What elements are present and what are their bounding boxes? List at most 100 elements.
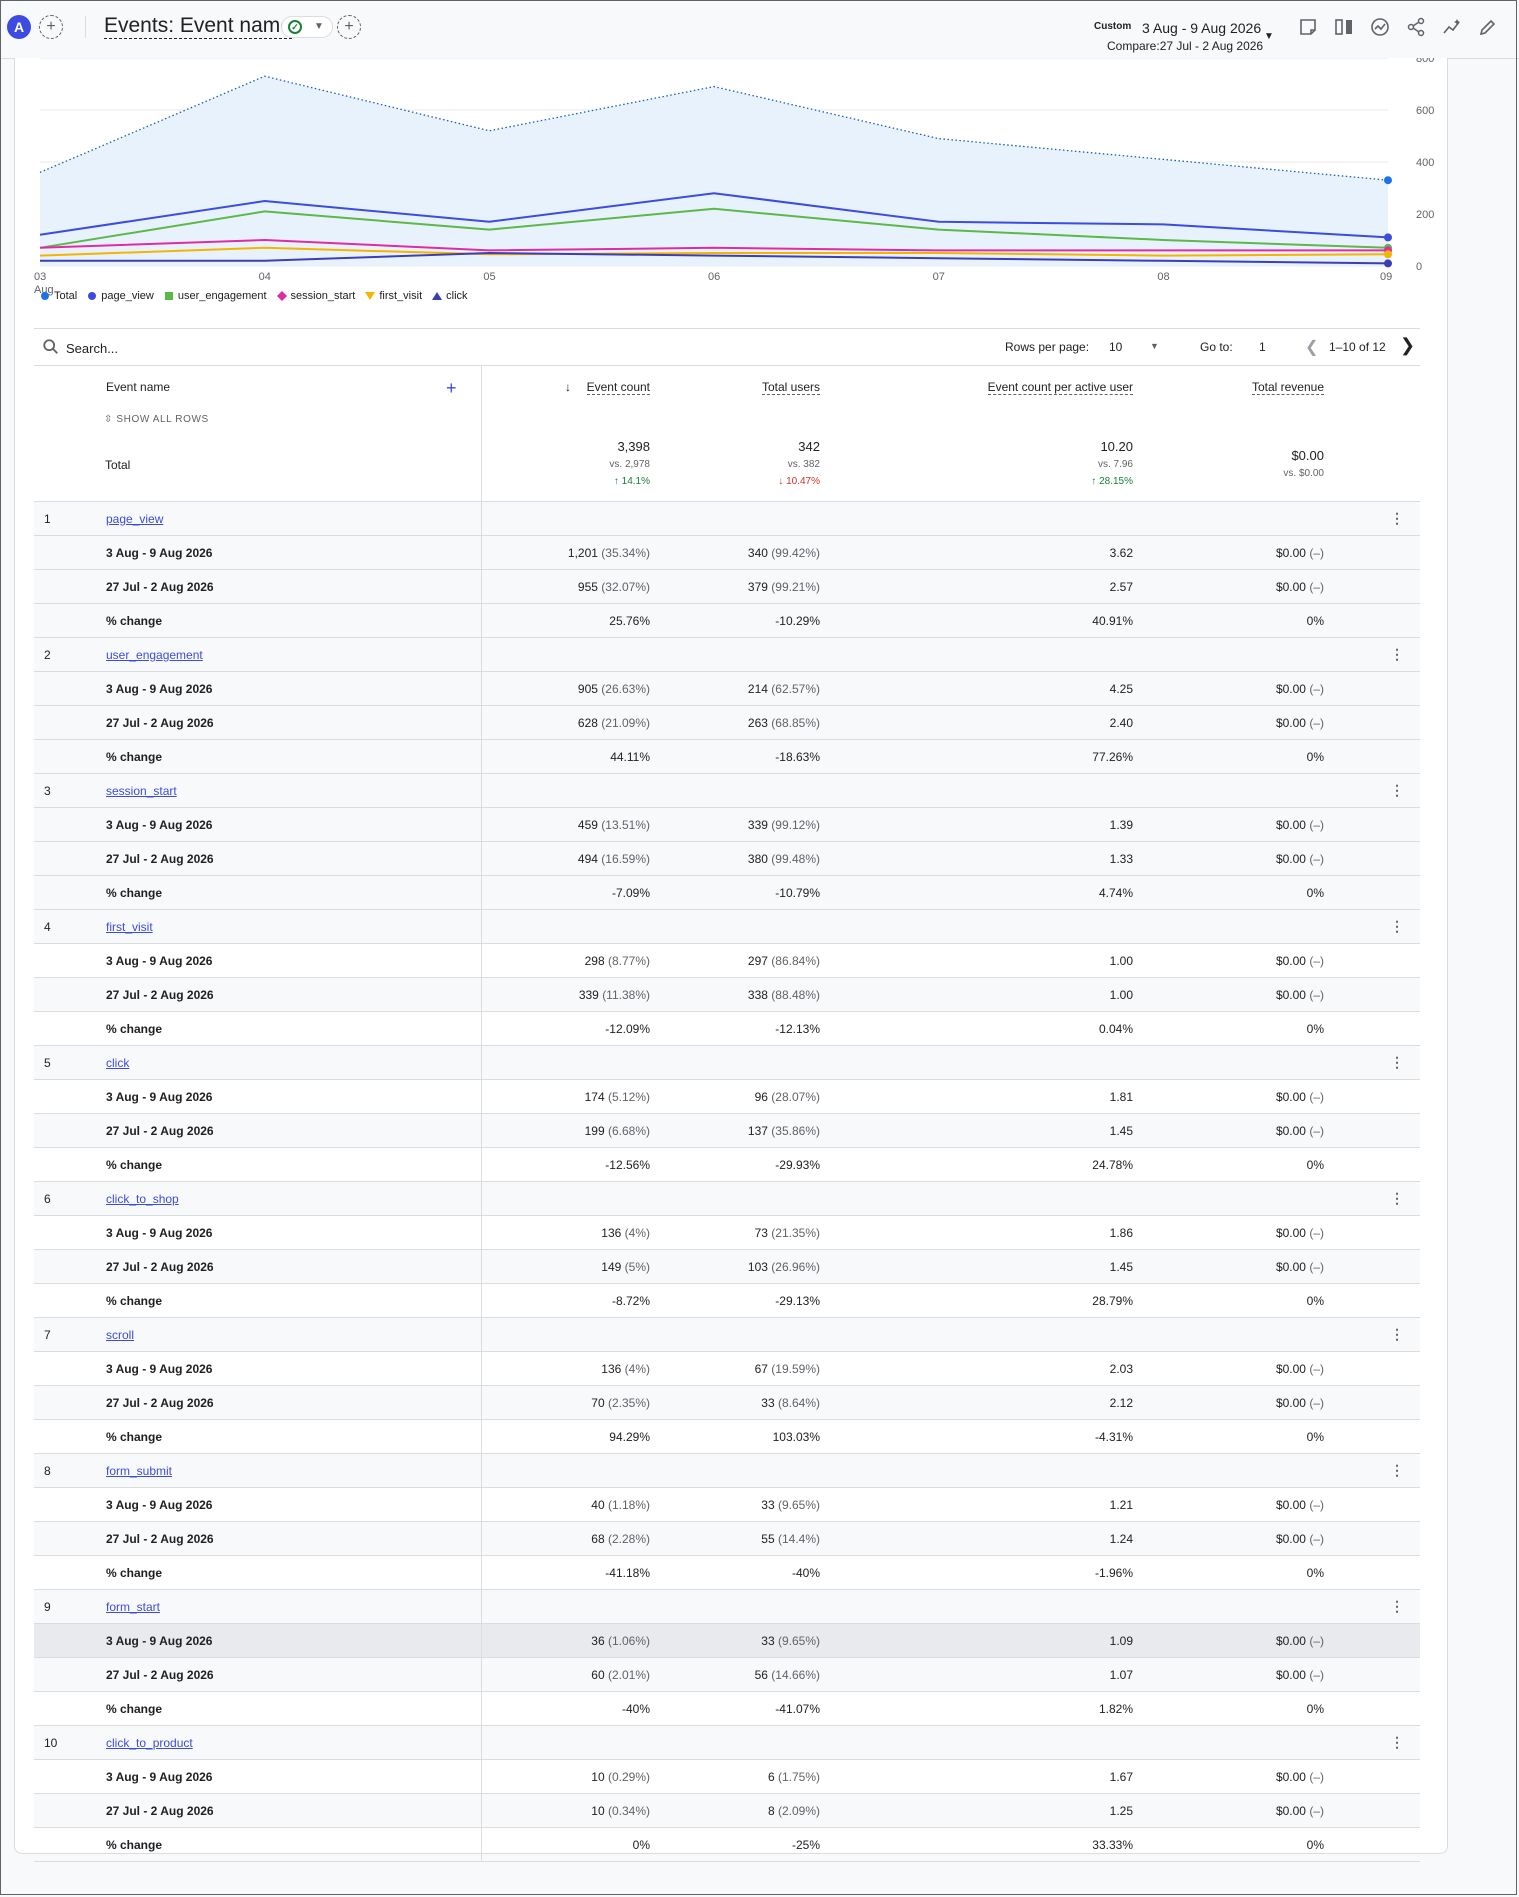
period-label: 27 Jul - 2 Aug 2026 [106, 1124, 214, 1138]
more-vert-icon[interactable]: ⋮ [1390, 1326, 1404, 1343]
event-name-link[interactable]: page_view [106, 512, 163, 526]
revenue-value: $0.00 [1275, 1124, 1306, 1138]
more-vert-icon[interactable]: ⋮ [1390, 1190, 1404, 1207]
column-divider [481, 604, 482, 637]
annotation-button[interactable] [1296, 15, 1320, 39]
event-name-link[interactable]: click [106, 1056, 129, 1070]
more-vert-icon[interactable]: ⋮ [1390, 1734, 1404, 1751]
total-users-value: 96 [754, 1090, 768, 1104]
event-name-link[interactable]: form_start [106, 1600, 160, 1614]
next-page-icon[interactable]: ❯ [1400, 335, 1415, 356]
revenue-cell: $0.00 (–) [1276, 988, 1324, 1002]
event-name-link[interactable]: click_to_shop [106, 1192, 179, 1206]
more-vert-icon[interactable]: ⋮ [1390, 918, 1404, 935]
caret-down-icon[interactable]: ▼ [1150, 341, 1159, 351]
header-per-user[interactable]: Event count per active user [987, 380, 1133, 395]
status-dropdown[interactable]: ✓ ▼ [281, 16, 333, 38]
total-users-cell: 340 (99.42%) [748, 546, 820, 560]
legend-item[interactable]: first_visit [365, 290, 422, 302]
event-count-value: 905 [577, 682, 598, 696]
event-group-row[interactable]: 10 click_to_product ⋮ [34, 1726, 1420, 1760]
event-name-link[interactable]: form_submit [106, 1464, 172, 1478]
more-vert-icon[interactable]: ⋮ [1390, 1598, 1404, 1615]
event-group-row[interactable]: 6 click_to_shop ⋮ [34, 1182, 1420, 1216]
per-user-change: 1.82% [1098, 1702, 1133, 1716]
event-group-row[interactable]: 5 click ⋮ [34, 1046, 1420, 1080]
total-revenue: $0.00 vs. $0.00 [1283, 448, 1324, 479]
column-divider [481, 910, 482, 943]
event-count-cell: 905 (26.63%) [578, 682, 650, 696]
per-user-cell: 1.21 [1109, 1498, 1133, 1512]
legend-item[interactable]: session_start [276, 290, 355, 302]
date-compare[interactable]: Compare:27 Jul - 2 Aug 2026 [1107, 39, 1263, 53]
revenue-pct: (–) [1309, 1260, 1324, 1274]
add-dimension-icon[interactable]: + [446, 378, 457, 399]
insights-button[interactable] [1368, 15, 1392, 39]
more-vert-icon[interactable]: ⋮ [1390, 782, 1404, 799]
more-vert-icon[interactable]: ⋮ [1390, 1054, 1404, 1071]
event-group-row[interactable]: 7 scroll ⋮ [34, 1318, 1420, 1352]
legend-item[interactable]: Total [40, 290, 77, 302]
event-count-pct: (21.09%) [601, 716, 650, 730]
show-all-rows-button[interactable]: ⇳ SHOW ALL ROWS [104, 414, 209, 425]
header-revenue[interactable]: Total revenue [1251, 380, 1324, 395]
add-comparison-button[interactable]: + [39, 15, 63, 39]
legend-item[interactable]: page_view [87, 290, 154, 302]
avatar[interactable]: A [7, 15, 31, 39]
header-event-count[interactable]: Event count [586, 380, 650, 395]
event-count-pct: (1.18%) [607, 1498, 650, 1512]
explore-button[interactable] [1440, 15, 1464, 39]
share-button[interactable] [1404, 15, 1428, 39]
rows-per-page-select[interactable]: 10 [1109, 340, 1122, 354]
data-point [1384, 176, 1392, 185]
row-number: 6 [44, 1192, 51, 1206]
header-event-name[interactable]: Event name [106, 380, 170, 394]
event-count-value: 40 [591, 1498, 605, 1512]
event-count-value: 68 [591, 1532, 605, 1546]
sort-arrow-down-icon[interactable]: ↓ [565, 380, 571, 394]
event-group-row[interactable]: 2 user_engagement ⋮ [34, 638, 1420, 672]
event-group-row[interactable]: 9 form_start ⋮ [34, 1590, 1420, 1624]
change-label: % change [106, 614, 163, 628]
event-count-pct: (5%) [624, 1260, 650, 1274]
per-user-change: 0.04% [1098, 1022, 1133, 1036]
more-vert-icon[interactable]: ⋮ [1390, 646, 1404, 663]
more-vert-icon[interactable]: ⋮ [1390, 510, 1404, 527]
compare-button[interactable] [1332, 15, 1356, 39]
legend-item[interactable]: click [432, 290, 468, 302]
event-group-row[interactable]: 8 form_submit ⋮ [34, 1454, 1420, 1488]
period-row: 27 Jul - 2 Aug 2026 149 (5%) 103 (26.96%) 1… [34, 1250, 1420, 1284]
more-vert-icon[interactable]: ⋮ [1390, 1462, 1404, 1479]
revenue-cell: $0.00 (–) [1276, 1226, 1324, 1240]
search-icon [43, 339, 58, 354]
header-total-users[interactable]: Total users [761, 380, 820, 395]
column-divider [481, 1692, 482, 1725]
event-name-link[interactable]: session_start [106, 784, 177, 798]
revenue-cell: $0.00 (–) [1276, 580, 1324, 594]
event-name-link[interactable]: first_visit [106, 920, 153, 934]
total-users-cell: 8 (2.09%) [768, 1804, 820, 1818]
edit-button[interactable] [1476, 15, 1500, 39]
total-vs: vs. $0.00 [1283, 468, 1324, 479]
prev-page-icon[interactable]: ❮ [1305, 337, 1318, 357]
revenue-pct: (–) [1309, 1532, 1324, 1546]
legend-item[interactable]: user_engagement [164, 290, 267, 302]
event-count-change: 0% [632, 1838, 650, 1852]
search-input[interactable] [64, 337, 368, 359]
event-count-pct: (16.59%) [601, 852, 650, 866]
event-name-link[interactable]: user_engagement [106, 648, 203, 662]
total-users-value: 33 [761, 1396, 775, 1410]
event-group-row[interactable]: 4 first_visit ⋮ [34, 910, 1420, 944]
date-caret-down-icon[interactable]: ▼ [1264, 31, 1274, 42]
date-range[interactable]: 3 Aug - 9 Aug 2026 [1142, 20, 1261, 36]
event-name-link[interactable]: scroll [106, 1328, 134, 1342]
revenue-change: 0% [1306, 886, 1324, 900]
revenue-cell: $0.00 (–) [1276, 1124, 1324, 1138]
goto-input[interactable]: 1 [1259, 340, 1266, 354]
page-title: Events: Event name [104, 14, 292, 39]
event-group-row[interactable]: 1 page_view ⋮ [34, 502, 1420, 536]
event-group-row[interactable]: 3 session_start ⋮ [34, 774, 1420, 808]
event-name-link[interactable]: click_to_product [106, 1736, 193, 1750]
add-filter-button[interactable]: + [337, 15, 361, 39]
date-preset-label[interactable]: Custom [1094, 21, 1131, 32]
